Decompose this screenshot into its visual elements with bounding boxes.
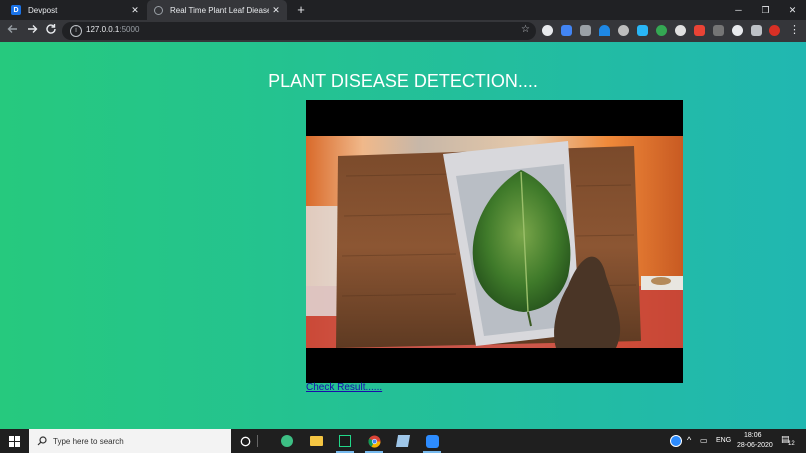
chevron-up-icon[interactable]: ^ bbox=[687, 435, 691, 445]
taskbar-search-input[interactable]: Type here to search bbox=[29, 429, 231, 453]
extension-icon[interactable] bbox=[713, 25, 724, 36]
restore-icon[interactable]: ❐ bbox=[752, 0, 779, 20]
zoom-icon[interactable] bbox=[423, 432, 441, 453]
language-indicator[interactable]: ENG bbox=[716, 437, 731, 444]
puzzle-icon[interactable] bbox=[751, 25, 762, 36]
address-bar[interactable]: i 127.0.0.1:5000 ☆ bbox=[62, 22, 536, 40]
app-icon[interactable] bbox=[278, 432, 296, 450]
address-url: 127.0.0.1:5000 bbox=[86, 25, 140, 34]
folder-icon[interactable] bbox=[307, 432, 325, 450]
arrow-right-icon[interactable] bbox=[24, 23, 40, 39]
close-window-icon[interactable]: ✕ bbox=[779, 0, 806, 20]
avatar[interactable] bbox=[769, 25, 780, 36]
task-view-divider bbox=[256, 432, 258, 450]
extension-icon[interactable] bbox=[580, 25, 591, 36]
tab-devpost[interactable]: D Devpost ✕ bbox=[4, 0, 146, 20]
arrow-left-icon[interactable] bbox=[5, 23, 21, 39]
tab-plant-detection[interactable]: Real Time Plant Leaf Diease Detec ✕ bbox=[147, 0, 287, 20]
tab-label: Devpost bbox=[28, 5, 58, 15]
leaf-camera-image bbox=[306, 136, 683, 348]
extension-icon[interactable] bbox=[732, 25, 743, 36]
extension-icon[interactable] bbox=[694, 25, 705, 36]
close-tab-icon[interactable]: ✕ bbox=[269, 5, 283, 16]
network-globe-icon[interactable] bbox=[667, 432, 685, 450]
page-body: PLANT DISEASE DETECTION.... Check Result… bbox=[0, 42, 806, 429]
clock-time[interactable]: 18:06 bbox=[744, 432, 762, 439]
tab-strip: D Devpost ✕ Real Time Plant Leaf Diease … bbox=[0, 0, 806, 20]
webcam-frame bbox=[306, 136, 683, 348]
check-result-link[interactable]: Check Result...... bbox=[306, 382, 382, 393]
extension-icon[interactable] bbox=[675, 25, 686, 36]
clock-date[interactable]: 28-06-2020 bbox=[737, 442, 773, 449]
extension-icon[interactable] bbox=[599, 25, 610, 36]
webcam-video-feed bbox=[306, 100, 683, 383]
kebab-menu-icon[interactable]: ⋮ bbox=[789, 23, 800, 36]
minimize-icon[interactable]: ─ bbox=[725, 0, 752, 20]
star-icon[interactable]: ☆ bbox=[521, 24, 530, 35]
page-title: PLANT DISEASE DETECTION.... bbox=[268, 71, 538, 91]
tab-label: Real Time Plant Leaf Diease Detec bbox=[170, 5, 269, 15]
windows-taskbar: Type here to search ^ ▭ ENG 18:06 28-06-… bbox=[0, 429, 806, 453]
extension-icon[interactable] bbox=[656, 25, 667, 36]
site-info-icon[interactable]: i bbox=[70, 25, 82, 37]
search-icon bbox=[37, 436, 47, 446]
devpost-favicon-icon: D bbox=[11, 5, 21, 15]
reload-icon[interactable] bbox=[43, 23, 59, 39]
chrome-icon[interactable] bbox=[365, 432, 383, 453]
extension-icon[interactable] bbox=[637, 25, 648, 36]
close-tab-icon[interactable]: ✕ bbox=[128, 5, 142, 16]
app-icon[interactable] bbox=[394, 432, 412, 450]
extension-icon[interactable] bbox=[561, 25, 572, 36]
notification-count: 12 bbox=[788, 441, 795, 447]
cortana-icon[interactable] bbox=[236, 432, 254, 450]
pycharm-icon[interactable] bbox=[336, 432, 354, 453]
windows-start-icon[interactable] bbox=[0, 429, 28, 453]
battery-icon[interactable]: ▭ bbox=[700, 436, 708, 445]
browser-toolbar: i 127.0.0.1:5000 ☆ ⋮ bbox=[0, 20, 806, 42]
new-tab-icon[interactable]: + bbox=[293, 2, 309, 18]
extension-icon[interactable] bbox=[618, 25, 629, 36]
extension-icon[interactable] bbox=[542, 25, 553, 36]
page-favicon-icon bbox=[154, 5, 163, 15]
search-placeholder: Type here to search bbox=[53, 436, 124, 446]
